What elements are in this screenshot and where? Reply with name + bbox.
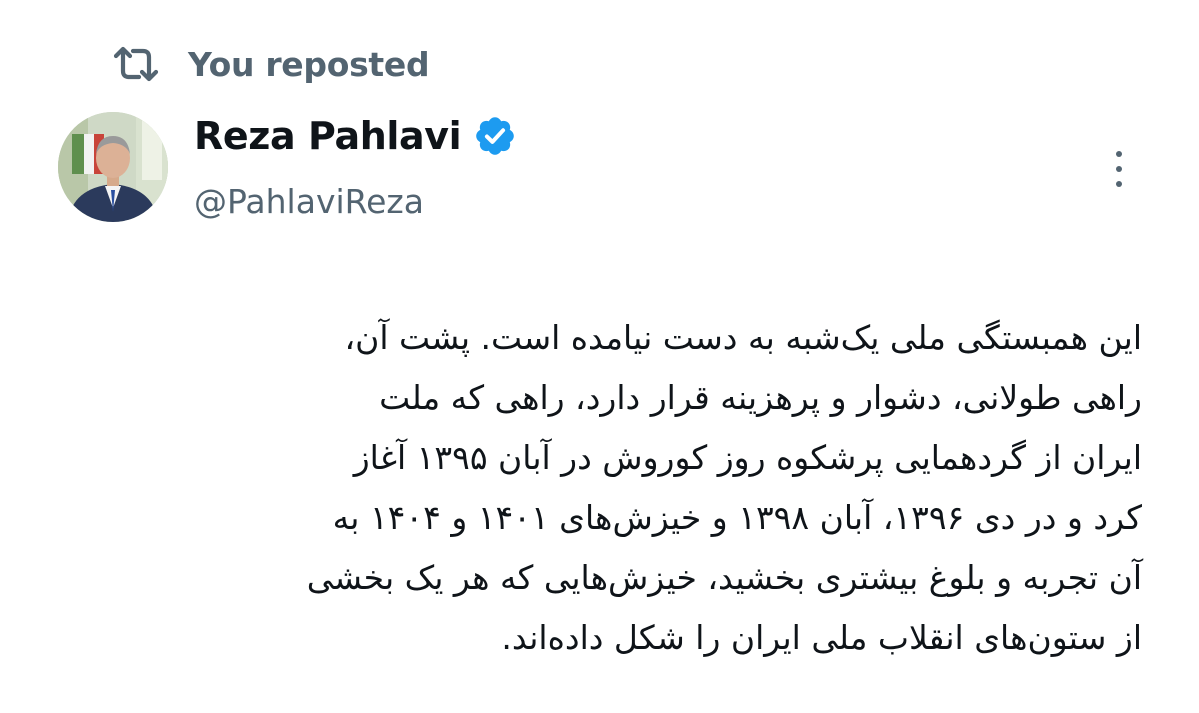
- repost-context: You reposted: [112, 44, 430, 84]
- author-name-row: Reza Pahlavi: [194, 114, 517, 158]
- verified-badge-icon: [476, 117, 515, 155]
- more-vertical-icon-dot: [1116, 181, 1122, 187]
- repost-icon: [113, 46, 159, 82]
- display-name[interactable]: Reza Pahlavi: [194, 114, 462, 158]
- tweet-card[interactable]: You reposted Reza Pahlavi @PahlaviReza ا…: [0, 0, 1199, 713]
- more-vertical-icon-dot: [1116, 166, 1122, 172]
- repost-label: You reposted: [188, 44, 430, 84]
- more-vertical-icon: [1116, 151, 1122, 157]
- profile-photo: [58, 112, 168, 222]
- avatar[interactable]: [58, 112, 168, 222]
- author-handle[interactable]: @PahlaviReza: [194, 182, 424, 221]
- more-options-button[interactable]: [1104, 148, 1134, 190]
- tweet-text: این همبستگی ملی یک‌شبه به دست نیامده است…: [296, 318, 1142, 657]
